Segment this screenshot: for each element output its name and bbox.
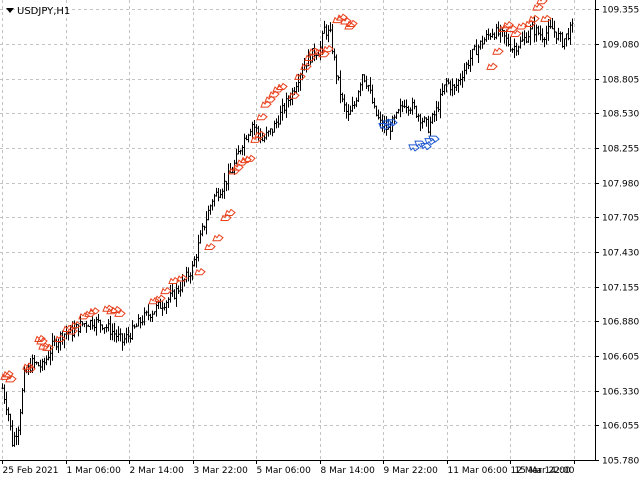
y-tick-label: 107.980 [602,180,639,190]
y-tick-label: 106.055 [602,422,639,432]
y-tick-label: 107.430 [602,249,639,259]
y-tick-label: 106.605 [602,353,639,363]
x-tick-label: 25 Feb 2021 [3,466,59,476]
y-tick-label: 108.805 [602,76,639,86]
y-tick-label: 106.880 [602,318,639,328]
x-tick-label: 1 Mar 06:00 [67,466,122,476]
x-tick-label: 11 Mar 06:00 [448,466,508,476]
y-tick-label: 108.530 [602,110,639,120]
x-tick-label: 2 Mar 14:00 [130,466,185,476]
x-tick-label: 9 Mar 22:00 [384,466,439,476]
y-tick-label: 106.330 [602,388,639,398]
x-tick-label: 5 Mar 06:00 [257,466,312,476]
x-tick-label: 8 Mar 14:00 [321,466,376,476]
y-tick-label: 109.355 [602,6,639,16]
y-tick-label: 108.255 [602,145,639,155]
y-tick-label: 105.780 [602,457,639,467]
y-tick-label: 107.705 [602,214,639,224]
x-tick-label: 15 Mar 22:00 [514,466,574,476]
y-tick-label: 107.155 [602,284,639,294]
price-chart[interactable]: 109.355 109.080 108.805 108.530 108.255 107.9… [0,0,640,480]
x-tick-label: 3 Mar 22:00 [194,466,249,476]
y-tick-label: 109.080 [602,41,639,51]
symbol-label: USDJPY,H1 [17,6,70,17]
